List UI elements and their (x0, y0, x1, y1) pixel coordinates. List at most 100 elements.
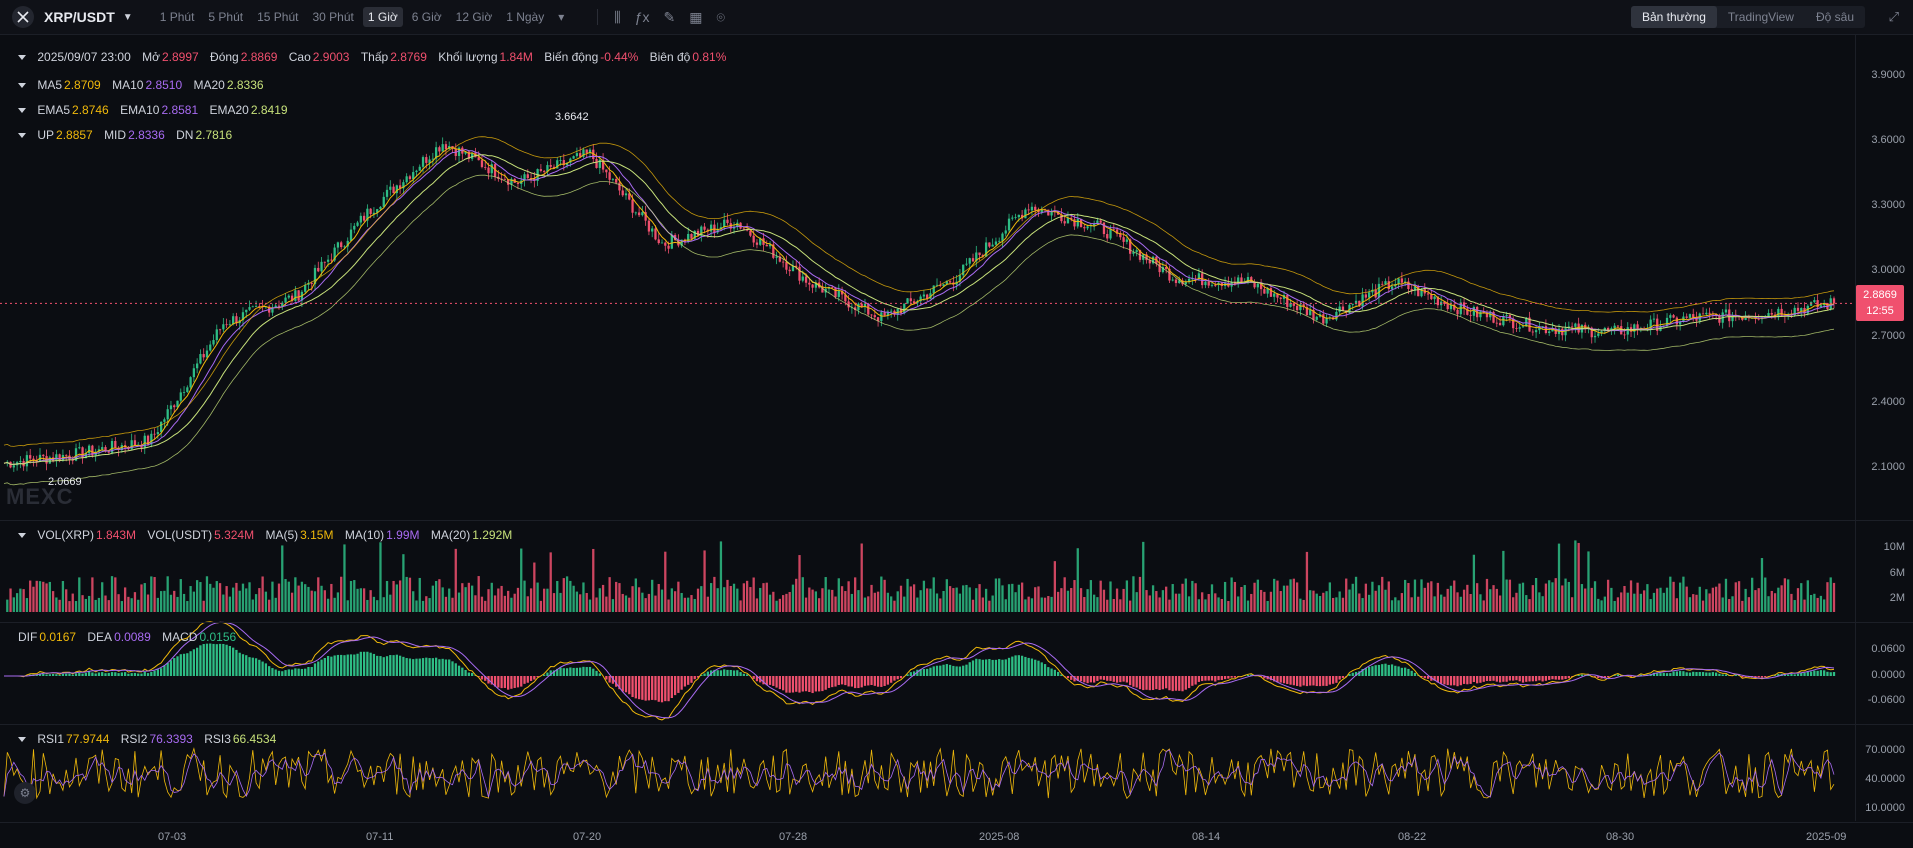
macd-histogram-bar (199, 645, 202, 676)
macd-histogram-bar (74, 673, 78, 676)
volume-bar (1482, 600, 1485, 612)
tab-1d[interactable]: 1 Ngày (501, 7, 549, 27)
macd-histogram-bar (304, 668, 307, 676)
macd-histogram-bar (461, 667, 464, 676)
volume-bar (68, 601, 71, 612)
macd-histogram-bar (716, 670, 719, 676)
macd-histogram-bar (356, 653, 359, 676)
macd-histogram-bar (189, 651, 192, 676)
collapse-icon[interactable] (18, 55, 26, 61)
volume-bar (1809, 594, 1813, 612)
fullscreen-icon[interactable]: ⤢ (1889, 9, 1899, 25)
macd-histogram-bar (657, 676, 660, 702)
macd-histogram-bar (680, 676, 683, 690)
macd-histogram-bar (690, 676, 693, 683)
indicator-icon[interactable]: ƒx (635, 9, 650, 25)
chevron-down-icon[interactable]: ▼ (123, 12, 133, 23)
view-tradingview[interactable]: TradingView (1717, 6, 1805, 28)
macd-histogram-bar (497, 676, 500, 688)
volume-bar (1613, 600, 1616, 612)
macd-histogram-bar (1806, 671, 1809, 676)
candle-body (1472, 306, 1476, 316)
volume-bar (1351, 583, 1354, 612)
tab-12h[interactable]: 12 Giờ (451, 7, 498, 27)
volume-bar (1043, 597, 1047, 612)
candle-body (1004, 230, 1007, 234)
candle-body (1800, 307, 1803, 311)
candle-body (1521, 326, 1525, 328)
volume-bar (1430, 581, 1433, 612)
tab-6h[interactable]: 6 Giờ (407, 7, 447, 27)
volume-bar (962, 585, 965, 612)
volume-bar (1259, 589, 1263, 612)
macd-histogram-bar (444, 659, 448, 676)
tab-5m[interactable]: 5 Phút (203, 7, 248, 27)
candle-body (159, 421, 163, 433)
chart-settings-icon[interactable]: ⚙ (14, 782, 36, 804)
camera-icon[interactable]: ⌾ (716, 9, 724, 26)
volume-bar (876, 591, 880, 612)
pane-divider[interactable] (0, 724, 1913, 725)
pane-divider[interactable] (0, 622, 1913, 623)
candle-body (58, 454, 61, 461)
volume-bar (1629, 580, 1633, 612)
volume-bar (1279, 591, 1282, 612)
volume-bar (1001, 585, 1004, 612)
pane-divider[interactable] (0, 520, 1913, 521)
candle-body (765, 244, 768, 247)
tab-1m[interactable]: 1 Phút (155, 7, 200, 27)
volume-bar (441, 587, 444, 612)
volume-bar (1548, 580, 1551, 612)
macd-histogram-bar (1092, 676, 1096, 683)
candle-body (248, 307, 251, 310)
volume-bar (1184, 578, 1187, 612)
tab-30m[interactable]: 30 Phút (307, 7, 358, 27)
layout-grid-icon[interactable]: ▦ (689, 9, 702, 26)
date-tick: 2025-08 (979, 831, 1020, 843)
volume-bar (926, 588, 929, 612)
collapse-icon[interactable] (18, 533, 26, 539)
macd-histogram-bar (287, 669, 290, 676)
view-standard[interactable]: Bản thường (1630, 6, 1717, 28)
candle-type-icon[interactable]: ⫼ (614, 9, 620, 26)
volume-bar (634, 578, 637, 612)
rsi-legend: RSI1 77.9744 RSI2 76.3393 RSI3 66.4534 (18, 732, 276, 746)
volume-bar (369, 590, 372, 612)
collapse-icon[interactable] (18, 108, 26, 114)
volume-bar (366, 599, 369, 612)
macd-histogram-bar (1331, 676, 1335, 684)
pair-selector[interactable]: XRP/USDT (44, 9, 115, 25)
candle-body (114, 440, 117, 448)
candle-body (415, 170, 418, 173)
candle-body (634, 212, 637, 214)
volume-bar (919, 590, 922, 612)
timeframe-dropdown-icon[interactable]: ▾ (553, 7, 569, 27)
date-tick: 07-20 (573, 831, 602, 843)
volume-bar (572, 585, 575, 612)
candle-body (480, 160, 484, 168)
tab-1h[interactable]: 1 Giờ (362, 7, 403, 27)
macd-histogram-bar (107, 672, 110, 676)
collapse-icon[interactable] (18, 83, 26, 89)
macd-histogram-bar (1459, 676, 1462, 686)
tab-15m[interactable]: 15 Phút (252, 7, 303, 27)
collapse-icon[interactable] (18, 737, 26, 743)
candle-body (749, 230, 752, 236)
macd-histogram-bar (1099, 676, 1102, 680)
macd-histogram-bar (150, 672, 153, 676)
vol-usdt-label: VOL(USDT) (147, 528, 213, 542)
volume-bar (1489, 589, 1492, 612)
macd-histogram-bar (1174, 676, 1178, 691)
macd-histogram-bar (1011, 656, 1014, 676)
price-chart[interactable] (0, 35, 1855, 821)
macd-histogram-bar (349, 654, 353, 676)
macd-histogram-bar (1495, 676, 1498, 682)
volume-bar (1292, 578, 1295, 612)
draw-pencil-icon[interactable]: ✎ (664, 9, 676, 26)
candle-body (143, 435, 146, 448)
candle-body (1515, 328, 1518, 329)
view-depth[interactable]: Độ sâu (1805, 6, 1865, 28)
collapse-icon[interactable] (18, 133, 26, 139)
volume-bar (1125, 580, 1129, 612)
volume-bar (1554, 578, 1557, 612)
